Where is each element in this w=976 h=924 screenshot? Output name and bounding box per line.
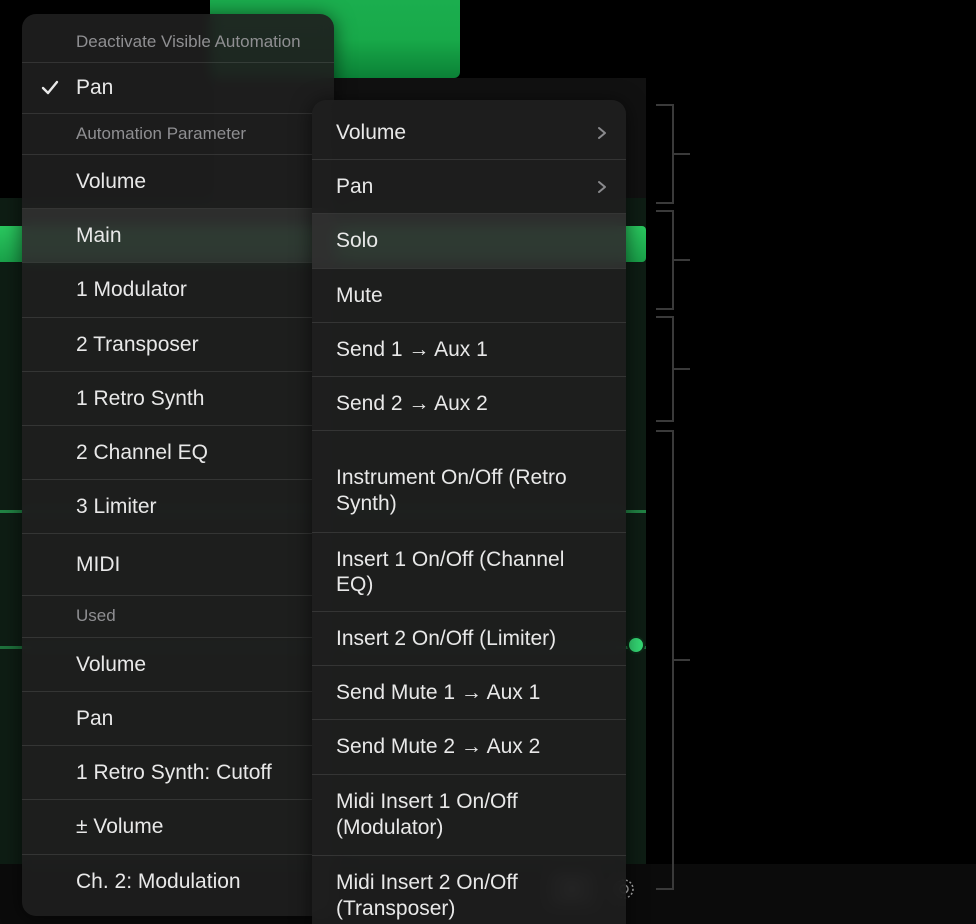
menu-item-label: Volume: [336, 121, 406, 144]
submenu-item-midiinsert1-onoff[interactable]: Midi Insert 1 On/Off (Modulator): [312, 775, 626, 856]
menu-item-label: Pan: [76, 707, 113, 730]
menu-item-label: Insert 2 On/Off (Limiter): [336, 627, 556, 650]
menu-item-3-limiter[interactable]: 3 Limiter: [22, 480, 334, 533]
menu-item-label: Insert 1 On/Off (Channel EQ): [336, 548, 564, 596]
main-submenu: Volume Pan Solo Mute Send 1 → Aux 1 Send…: [312, 100, 626, 924]
menu-item-label: Pan: [76, 76, 113, 99]
menu-item-1-modulator[interactable]: 1 Modulator: [22, 263, 334, 316]
menu-item-label: Midi Insert 1 On/Off (Modulator): [336, 790, 518, 839]
callout-bracket-1: [656, 104, 674, 204]
used-item-ch2-modulation[interactable]: Ch. 2: Modulation: [22, 855, 334, 908]
menu-gap: [312, 431, 626, 451]
menu-item-label: 1 Retro Synth: Cutoff: [76, 761, 272, 784]
submenu-item-insert2-onoff[interactable]: Insert 2 On/Off (Limiter): [312, 612, 626, 665]
submenu-item-sendmute1[interactable]: Send Mute 1 → Aux 1: [312, 666, 626, 719]
menu-item-label: MIDI: [76, 553, 120, 576]
callout-stub-2: [674, 259, 690, 261]
menu-item-main[interactable]: Main: [22, 209, 334, 262]
menu-item-label: Ch. 2: Modulation: [76, 870, 241, 893]
menu-item-label: 1 Retro Synth: [76, 387, 204, 410]
submenu-item-mute[interactable]: Mute: [312, 269, 626, 322]
menu-item-label: 2 Channel EQ: [76, 441, 208, 464]
menu-item-1-retro-synth[interactable]: 1 Retro Synth: [22, 372, 334, 425]
check-icon: [40, 78, 60, 98]
menu-item-2-transposer[interactable]: 2 Transposer: [22, 318, 334, 371]
callout-stub-4: [674, 659, 690, 661]
callout-stub-3: [674, 368, 690, 370]
menu-item-label: Solo: [336, 229, 378, 252]
menu-item-pan-selected[interactable]: Pan: [22, 63, 334, 112]
submenu-item-midiinsert2-onoff[interactable]: Midi Insert 2 On/Off (Transposer): [312, 856, 626, 924]
menu-item-midi[interactable]: MIDI: [22, 534, 334, 595]
deactivate-visible-automation[interactable]: Deactivate Visible Automation: [22, 20, 334, 62]
used-item-pm-volume[interactable]: ± Volume: [22, 800, 334, 853]
submenu-item-solo[interactable]: Solo: [312, 214, 626, 267]
submenu-item-sendmute2[interactable]: Send Mute 2 → Aux 2: [312, 720, 626, 773]
menu-item-label: 1 Modulator: [76, 278, 187, 301]
callout-bracket-3: [656, 316, 674, 422]
right-empty-area: [646, 0, 976, 924]
menu-item-volume[interactable]: Volume: [22, 155, 334, 208]
menu-item-label: 3 Limiter: [76, 495, 157, 518]
menu-item-label: ± Volume: [76, 815, 163, 838]
automation-parameter-menu: Deactivate Visible Automation Pan Automa…: [22, 14, 334, 916]
menu-item-label: Volume: [76, 653, 146, 676]
menu-item-label: Midi Insert 2 On/Off (Transposer): [336, 871, 518, 920]
submenu-item-instrument-onoff[interactable]: Instrument On/Off (Retro Synth): [312, 451, 626, 532]
menu-item-2-channel-eq[interactable]: 2 Channel EQ: [22, 426, 334, 479]
menu-item-label: Send Mute 2 → Aux 2: [336, 735, 540, 758]
menu-item-label: Pan: [336, 175, 373, 198]
submenu-item-pan[interactable]: Pan: [312, 160, 626, 213]
used-header: Used: [22, 596, 334, 636]
submenu-item-volume[interactable]: Volume: [312, 106, 626, 159]
menu-item-label: Mute: [336, 284, 383, 307]
automation-node[interactable]: [627, 636, 645, 654]
used-item-retro-synth-cutoff[interactable]: 1 Retro Synth: Cutoff: [22, 746, 334, 799]
menu-item-label: 2 Transposer: [76, 333, 199, 356]
chevron-right-icon: [596, 180, 610, 194]
menu-item-label: Volume: [76, 170, 146, 193]
menu-item-label: Instrument On/Off (Retro Synth): [336, 466, 567, 515]
submenu-item-send1[interactable]: Send 1 → Aux 1: [312, 323, 626, 376]
automation-parameter-header: Automation Parameter: [22, 114, 334, 154]
submenu-item-insert1-onoff[interactable]: Insert 1 On/Off (Channel EQ): [312, 533, 626, 611]
callout-bracket-4: [656, 430, 674, 890]
menu-item-label: Send 2 → Aux 2: [336, 392, 488, 415]
callout-stub-1: [674, 153, 690, 155]
callout-bracket-2: [656, 210, 674, 310]
menu-item-label: Main: [76, 224, 122, 247]
menu-item-label: Send 1 → Aux 1: [336, 338, 488, 361]
chevron-right-icon: [596, 126, 610, 140]
menu-item-label: Send Mute 1 → Aux 1: [336, 681, 540, 704]
submenu-item-send2[interactable]: Send 2 → Aux 2: [312, 377, 626, 430]
used-item-volume[interactable]: Volume: [22, 638, 334, 691]
used-item-pan[interactable]: Pan: [22, 692, 334, 745]
